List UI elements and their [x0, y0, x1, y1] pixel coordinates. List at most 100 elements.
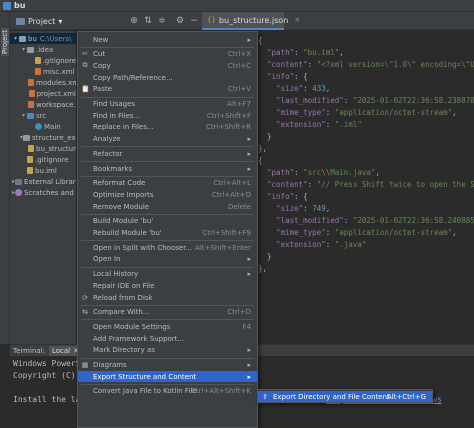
menu-item-rebuild-module-bu[interactable]: Rebuild Module 'bu' Ctrl+Shift+F9	[78, 228, 257, 239]
submenu-arrow-icon: ▸	[247, 135, 251, 144]
menu-item-convert-java-file-to-kotlin-file[interactable]: Convert Java File to Kotlin File Ctrl+Alt…	[78, 386, 257, 397]
menu-item-optimize-imports[interactable]: Optimize Imports Ctrl+Alt+O	[78, 189, 257, 200]
gear-icon[interactable]: ⚙	[174, 15, 186, 27]
json-file-icon: {}	[207, 16, 216, 24]
title-bar: bu	[0, 0, 474, 12]
menu-item-find-in-files[interactable]: Find in Files... Ctrl+Shift+F	[78, 110, 257, 121]
code-token: ".java"	[334, 240, 367, 249]
menu-item-copy[interactable]: ⧉ Copy Ctrl+C	[78, 60, 257, 71]
menu-item-label: Add Framework Support...	[93, 334, 185, 343]
code-token: ,	[452, 108, 457, 117]
menu-item-cut[interactable]: ✂ Cut Ctrl+X	[78, 49, 257, 60]
tree-item-bu-structure-json[interactable]: bu_structure.json	[10, 143, 76, 154]
minimize-icon[interactable]: −	[188, 15, 200, 27]
menu-item-replace-in-files[interactable]: Replace in Files... Ctrl+Shift+R	[78, 122, 257, 133]
menu-item-local-history[interactable]: Local History ▸	[78, 269, 257, 280]
tree-item-structure-exporter[interactable]: ▾structure_exporter	[10, 132, 76, 143]
expand-arrow-icon[interactable]: ▾	[20, 112, 27, 119]
tree-item-bu-iml[interactable]: bu.iml	[10, 165, 76, 176]
menu-item-shortcut: Ctrl+C	[227, 61, 251, 70]
target-icon[interactable]: ⊕	[128, 15, 140, 27]
project-view-label: Project	[28, 16, 56, 26]
menu-separator	[81, 96, 254, 98]
menu-item-label: Export Structure and Content	[93, 372, 197, 381]
menu-item-open-in[interactable]: Open In ▸	[78, 254, 257, 265]
menu-item-mark-directory-as[interactable]: Mark Directory as ▸	[78, 345, 257, 356]
tree-item-label: workspace.xml	[36, 100, 76, 109]
code-editor[interactable]: { "path": "bu.iml", "content": "<?xml ve…	[256, 31, 474, 344]
tree-item-idea[interactable]: ▾ .idea	[10, 44, 76, 55]
menu-separator	[81, 46, 254, 48]
menu-item-diagrams[interactable]: ▦ Diagrams ▸	[78, 360, 257, 371]
tab-bu-structure-json[interactable]: {} bu_structure.json ✕	[202, 12, 300, 30]
code-token: {	[258, 156, 263, 165]
tree-item-external-libraries[interactable]: ▸External Libraries	[10, 176, 76, 187]
code-token: "src	[303, 168, 322, 177]
menu-item-reload-from-disk[interactable]: ⟳ Reload from Disk	[78, 292, 257, 303]
code-token: },	[258, 264, 268, 273]
tree-item-misc-xml[interactable]: misc.xml	[10, 66, 76, 77]
project-view-dropdown[interactable]: Project ▾	[16, 15, 62, 27]
tree-item-modules-xml[interactable]: modules.xml	[10, 77, 76, 88]
menu-item-icon: ▦	[81, 361, 89, 369]
export-submenu: ⇪ Export Directory and File Content Alt+…	[257, 389, 433, 403]
menu-item-label: Export Directory and File Content	[273, 392, 390, 401]
code-token: "extension"	[276, 240, 326, 249]
code-token: "extension"	[276, 120, 326, 129]
menu-item-add-framework-support[interactable]: Add Framework Support...	[78, 333, 257, 344]
tree-item-label: bu.iml	[35, 166, 57, 175]
code-token: "path"	[267, 168, 295, 177]
tree-item-label: Scratches and Consoles	[24, 188, 76, 197]
menu-item-shortcut: Ctrl+D	[227, 308, 251, 317]
code-token: },	[258, 144, 268, 153]
code-token: : {	[294, 192, 308, 201]
collapse-icon[interactable]: ⇅	[142, 15, 154, 27]
tree-item-label: project.xml	[36, 89, 76, 98]
menu-item-export-directory-and-file-content[interactable]: ⇪ Export Directory and File Content Alt+…	[258, 391, 432, 402]
tree-item-gitignore[interactable]: .gitignore	[10, 55, 76, 66]
menu-item-shortcut: Alt+Ctrl+G	[386, 392, 426, 401]
expand-icon[interactable]: ≑	[156, 15, 168, 27]
menu-item-copy-path-reference[interactable]: Copy Path/Reference...	[78, 72, 257, 83]
menu-item-label: Bookmarks	[93, 164, 133, 173]
project-tool-button[interactable]: Project	[1, 28, 9, 56]
src-icon	[27, 112, 34, 119]
tree-item-workspace-xml[interactable]: workspace.xml	[10, 99, 76, 110]
menu-item-reformat-code[interactable]: Reformat Code Ctrl+Alt+L	[78, 178, 257, 189]
code-line: {	[258, 155, 263, 166]
expand-arrow-icon[interactable]: ▾	[20, 46, 27, 53]
tree-item-scratches-and-consoles[interactable]: ▸Scratches and Consoles	[10, 187, 76, 198]
menu-separator	[81, 213, 254, 215]
tree-item-project-xml[interactable]: project.xml	[10, 88, 76, 99]
menu-item-open-in-split-with-chooser[interactable]: Open in Split with Chooser... Alt+Shift+E…	[78, 242, 257, 253]
menu-item-compare-with[interactable]: ⇆ Compare With... Ctrl+D	[78, 307, 257, 318]
code-token: "application/octet-stream"	[334, 228, 453, 237]
menu-item-bookmarks[interactable]: Bookmarks ▸	[78, 163, 257, 174]
menu-item-build-module-bu[interactable]: Build Module 'bu'	[78, 216, 257, 227]
close-icon[interactable]: ✕	[294, 16, 300, 24]
tree-item-label: bu_structure.json	[36, 144, 76, 153]
terminal-line: Copyright (C)	[13, 370, 76, 382]
tree-item-main[interactable]: Main	[10, 121, 76, 132]
menu-item-find-usages[interactable]: Find Usages Alt+F7	[78, 99, 257, 110]
menu-item-remove-module[interactable]: Remove Module Delete	[78, 201, 257, 212]
menu-item-export-structure-and-content[interactable]: Export Structure and Content ▸	[78, 371, 257, 383]
expand-arrow-icon[interactable]: ▾	[12, 35, 19, 42]
menu-item-label: Cut	[93, 50, 106, 59]
submenu-arrow-icon: ▸	[247, 164, 251, 173]
menu-item-open-module-settings[interactable]: Open Module Settings F4	[78, 321, 257, 332]
tree-item-src[interactable]: ▾ src	[10, 110, 76, 121]
tree-item-bu[interactable]: ▾ bu C:\Users\	[10, 33, 76, 44]
menu-item-refactor[interactable]: Refactor ▸	[78, 148, 257, 159]
menu-item-analyze[interactable]: Analyze ▸	[78, 134, 257, 145]
menu-item-repair-ide-on-file[interactable]: Repair IDE on File	[78, 280, 257, 291]
code-token: "content"	[267, 60, 308, 69]
menu-separator	[81, 304, 254, 306]
code-token: ,	[375, 168, 380, 177]
tree-item-gitignore[interactable]: .gitignore	[10, 154, 76, 165]
menu-item-paste[interactable]: 📋 Paste Ctrl+V	[78, 84, 257, 95]
menu-item-new[interactable]: New ▸	[78, 34, 257, 45]
menu-separator	[81, 161, 254, 162]
